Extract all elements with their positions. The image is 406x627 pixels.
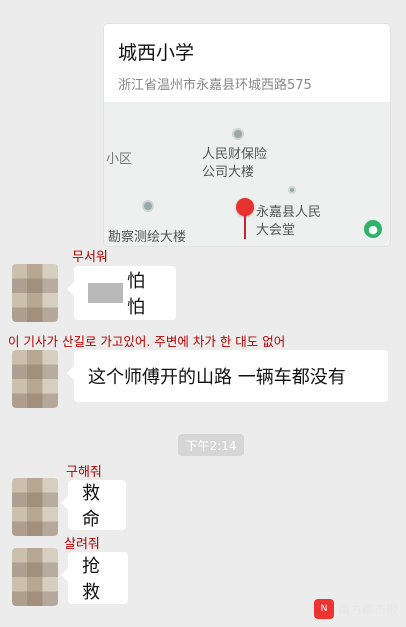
message-text: 这个师傅开的山路 一辆车都没有	[88, 367, 346, 388]
redacted-block	[88, 283, 123, 303]
message-bubble[interactable]: 救命	[61, 480, 126, 530]
avatar[interactable]	[12, 350, 58, 408]
avatar[interactable]	[12, 548, 58, 606]
watermark-text: 南方都市报	[337, 602, 398, 617]
map-label-insurance-building: 人民财保险 公司大楼	[202, 147, 268, 180]
message-bubble[interactable]: 抢救	[61, 552, 128, 604]
poi-icon	[142, 200, 154, 212]
message-text: 救命	[82, 483, 100, 530]
map-logo-icon: ●	[364, 220, 382, 238]
message-text: 抢救	[82, 556, 100, 603]
chat-window: 城西小学 浙江省温州市永嘉县环城西路575 小区 人民财保险 公司大楼 勘察测绘…	[0, 0, 406, 627]
poi-icon	[288, 186, 296, 194]
translation-annotation: 살려줘	[64, 537, 100, 552]
map-label-peoples-hall: 永嘉县人民 大会堂	[256, 205, 322, 238]
message-text: 怕怕	[127, 271, 145, 318]
avatar[interactable]	[12, 264, 58, 322]
location-map[interactable]: 小区 人民财保险 公司大楼 勘察测绘大楼 永嘉县人民 大会堂 ●	[104, 102, 390, 246]
watermark: N 南方都市报	[313, 599, 398, 619]
translation-annotation: 구해줘	[66, 465, 102, 480]
location-pin-icon	[236, 198, 254, 216]
message-bubble[interactable]: 这个师傅开的山路 一辆车都没有	[67, 350, 388, 402]
map-label-area: 小区	[106, 152, 133, 167]
map-label-survey-building: 勘察测绘大楼	[108, 230, 187, 245]
location-address: 浙江省温州市永嘉县环城西路575	[118, 78, 312, 93]
message-bubble[interactable]: 怕怕	[67, 266, 176, 320]
avatar[interactable]	[12, 478, 58, 536]
timestamp: 下午2:14	[178, 434, 244, 456]
translation-annotation: 이 기사가 산길로 가고있어. 주변에 차가 한 대도 없어	[8, 334, 286, 349]
translation-annotation: 무서워	[72, 250, 108, 265]
location-card[interactable]: 城西小学 浙江省温州市永嘉县环城西路575 小区 人民财保险 公司大楼 勘察测绘…	[104, 24, 390, 246]
location-pin-stick	[244, 215, 246, 239]
watermark-logo-icon: N	[313, 599, 334, 619]
location-title: 城西小学	[118, 42, 195, 64]
poi-icon	[232, 128, 244, 140]
